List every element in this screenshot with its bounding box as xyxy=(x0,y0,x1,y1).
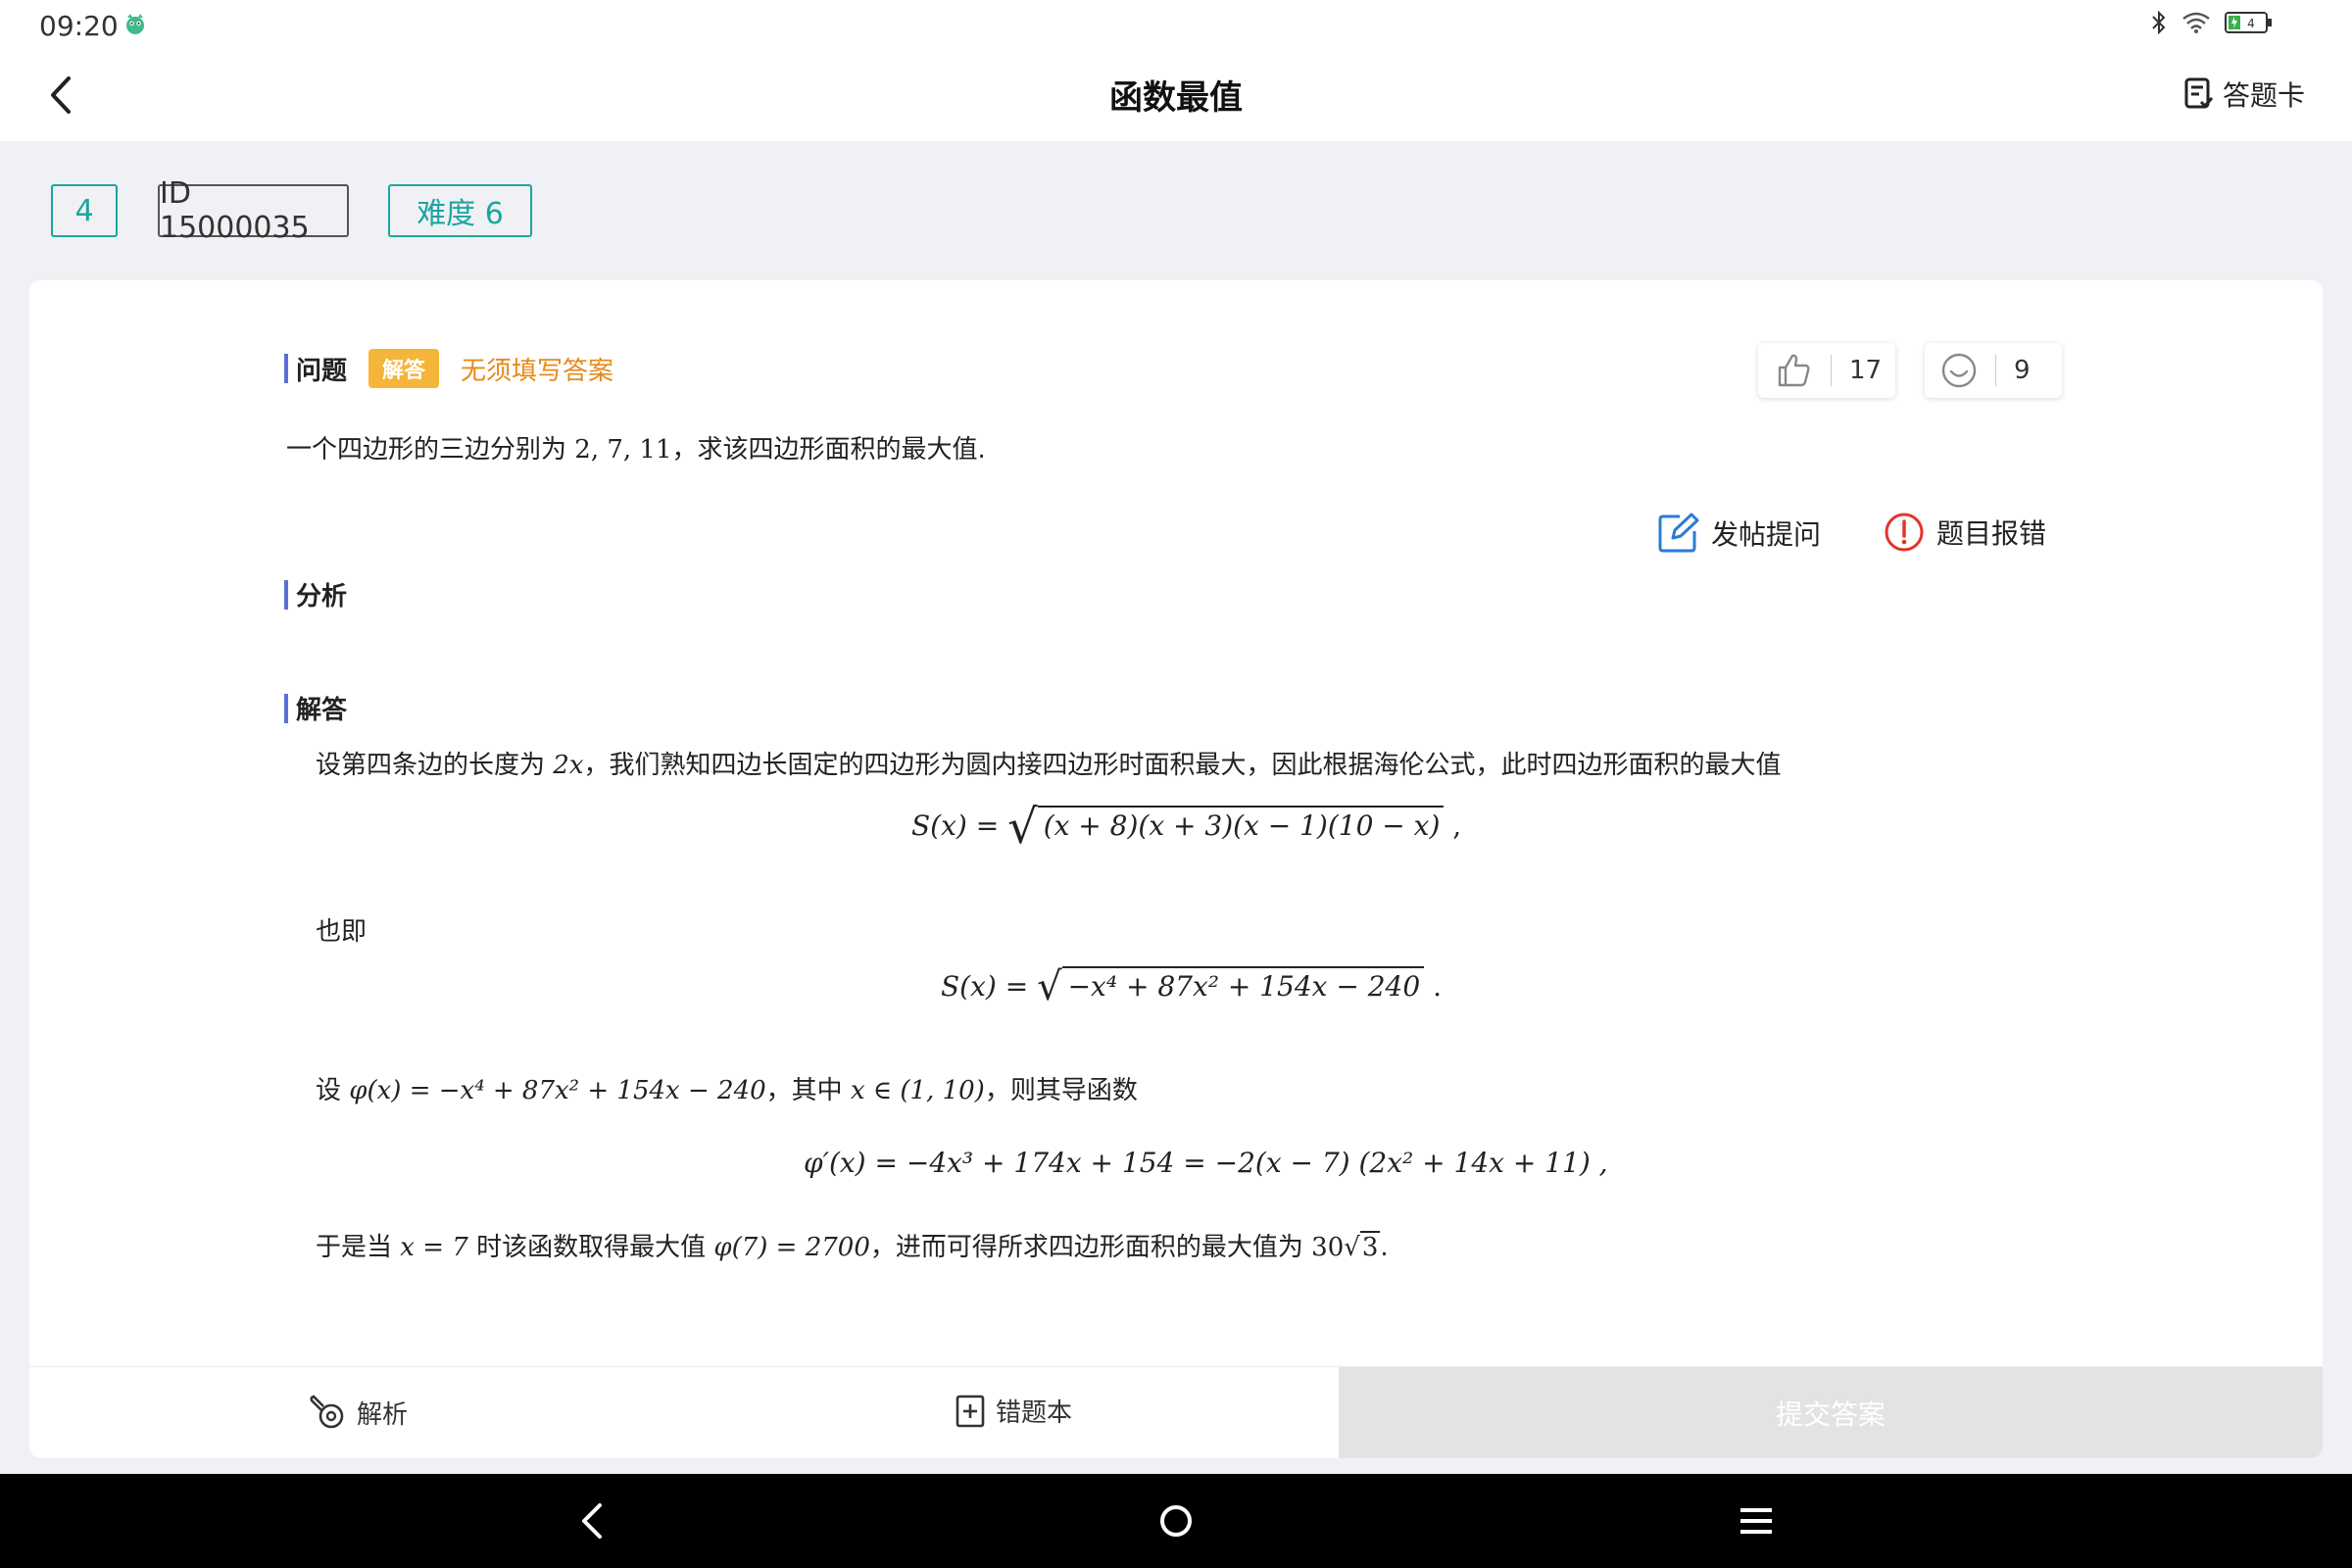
nav-home-icon[interactable] xyxy=(1152,1497,1200,1544)
nav-menu-icon[interactable] xyxy=(1733,1497,1780,1544)
formula2-lhs: S(x) = xyxy=(941,970,1038,1003)
answer-sheet-icon xyxy=(2184,77,2213,109)
page-title: 函数最值 xyxy=(1109,78,1243,118)
solution-line1-suffix: ，我们熟知四边长固定的四边形为圆内接四边形时面积最大，因此根据海伦公式，此时四边… xyxy=(583,751,1782,780)
formula1-tail: , xyxy=(1444,809,1462,842)
solution-line3-prefix: 设 xyxy=(316,1076,342,1105)
question-type-badge: 解答 xyxy=(368,349,440,388)
svg-text:4: 4 xyxy=(2247,17,2255,30)
solution-line4-mid: 时该函数取得最大值 xyxy=(476,1233,707,1262)
submit-answer-button[interactable]: 提交答案 xyxy=(1339,1367,2323,1458)
post-question-button[interactable]: 发帖提问 xyxy=(1656,512,1821,555)
formula1-lhs: S(x) = xyxy=(911,809,1008,842)
problem-section-header: 问题 解答 无须填写答案 xyxy=(284,349,613,388)
solution-line4-max-value: φ(7) = 2700 xyxy=(713,1233,870,1262)
solution-line-3: 设 φ(x) = −x⁴ + 87x² + 154x − 240，其中 x ∈ … xyxy=(316,1070,1138,1106)
system-navigation-bar xyxy=(0,1474,2352,1568)
question-id-tag: ID 15000035 xyxy=(158,176,349,245)
formula2-radicand: −x⁴ + 87x² + 154x − 240 xyxy=(1061,966,1425,1003)
solution-line3-domain: x ∈ (1, 10) xyxy=(850,1076,985,1105)
no-fill-note: 无须填写答案 xyxy=(461,356,614,386)
problem-text-suffix: ，求该四边形面积的最大值. xyxy=(671,435,986,465)
like-button[interactable]: 17 xyxy=(1758,343,1895,398)
analysis-button-label: 解析 xyxy=(357,1399,409,1430)
analysis-button[interactable]: 解析 xyxy=(308,1393,408,1432)
formula2-tail: . xyxy=(1424,970,1442,1003)
wifi-icon xyxy=(2182,12,2210,33)
like-count: 17 xyxy=(1849,356,1883,385)
solution-line4-condition: x = 7 xyxy=(400,1233,468,1262)
nav-back-icon[interactable] xyxy=(570,1497,617,1544)
solution-line4-mid2: ，进而可得所求四边形面积的最大值为 xyxy=(869,1233,1303,1262)
report-error-button[interactable]: 题目报错 xyxy=(1884,512,2046,553)
analysis-section-label: 分析 xyxy=(296,582,348,612)
solution-line4-end: . xyxy=(1380,1233,1389,1262)
mistake-book-button[interactable]: 错题本 xyxy=(955,1393,1072,1429)
analysis-section-header: 分析 xyxy=(284,576,347,612)
solution-line1-prefix: 设第四条边的长度为 xyxy=(316,751,546,780)
solution-section-label: 解答 xyxy=(296,696,348,725)
add-bookmark-icon xyxy=(956,1395,985,1427)
answer-card-label: 答题卡 xyxy=(2222,79,2305,112)
problem-text-prefix: 一个四边形的三边分别为 xyxy=(286,435,567,465)
post-question-label: 发帖提问 xyxy=(1711,518,1822,551)
bluetooth-icon xyxy=(2152,10,2166,35)
solution-line1-variable: 2x xyxy=(553,751,584,780)
solution-result-radicand: 3 xyxy=(1359,1231,1381,1262)
problem-side-lengths: 2, 7, 11 xyxy=(574,435,672,465)
question-card: 问题 解答 无须填写答案 17 9 一个四边形的三边分别为 2, 7, 11，求… xyxy=(29,280,2323,1458)
smile-button[interactable]: 9 xyxy=(1925,343,2062,398)
smiley-face-icon xyxy=(1941,353,1977,388)
top-app-bar: 函数最值 答题卡 xyxy=(0,49,2352,141)
solution-line3-mid: ，其中 xyxy=(765,1076,843,1105)
answer-card-button[interactable]: 答题卡 xyxy=(2183,74,2305,114)
warning-circle-icon xyxy=(1885,513,1924,552)
solution-result-coefficient: 30 xyxy=(1311,1233,1345,1262)
difficulty-tag: 难度 6 xyxy=(388,184,532,237)
solution-line3-definition: φ(x) = −x⁴ + 87x² + 154x − 240 xyxy=(349,1076,766,1105)
status-icons: 4 xyxy=(2150,10,2274,35)
battery-icon: 4 xyxy=(2225,12,2272,33)
problem-statement: 一个四边形的三边分别为 2, 7, 11，求该四边形面积的最大值. xyxy=(286,429,986,466)
formula-derivative: φ′(x) = −4x³ + 174x + 154 = −2(x − 7) (2… xyxy=(804,1147,1608,1179)
formula-area-heron: S(x) = √ (x + 8)(x + 3)(x − 1)(10 − x) , xyxy=(911,800,1462,855)
solution-line-2: 也即 xyxy=(316,917,368,947)
bottom-action-bar: 解析 错题本 提交答案 xyxy=(29,1366,2323,1458)
solution-line-1: 设第四条边的长度为 2x，我们熟知四边长固定的四边形为圆内接四边形时面积最大，因… xyxy=(316,745,1782,781)
whistle-icon xyxy=(310,1395,344,1429)
formula-area-expanded: S(x) = √ −x⁴ + 87x² + 154x − 240 . xyxy=(941,964,1442,1009)
solution-line3-suffix: ，则其导函数 xyxy=(984,1076,1138,1105)
smile-count: 9 xyxy=(2014,356,2031,385)
mistake-book-label: 错题本 xyxy=(996,1398,1073,1428)
solution-section-header: 解答 xyxy=(284,690,347,726)
thumbs-up-icon xyxy=(1778,354,1810,387)
status-time: 09:20 xyxy=(39,10,119,42)
question-index-tag: 4 xyxy=(51,184,118,237)
report-error-label: 题目报错 xyxy=(1936,517,2047,550)
solution-line4-prefix: 于是当 xyxy=(316,1233,393,1262)
edit-icon xyxy=(1658,513,1699,553)
problem-section-label: 问题 xyxy=(296,356,348,386)
app-mascot-icon xyxy=(126,14,144,34)
formula1-radicand: (x + 8)(x + 3)(x − 1)(10 − x) xyxy=(1037,806,1445,842)
status-bar: 09:20 4 xyxy=(0,0,2352,49)
solution-line-4: 于是当 x = 7 时该函数取得最大值 φ(7) = 2700，进而可得所求四边… xyxy=(316,1231,1389,1262)
